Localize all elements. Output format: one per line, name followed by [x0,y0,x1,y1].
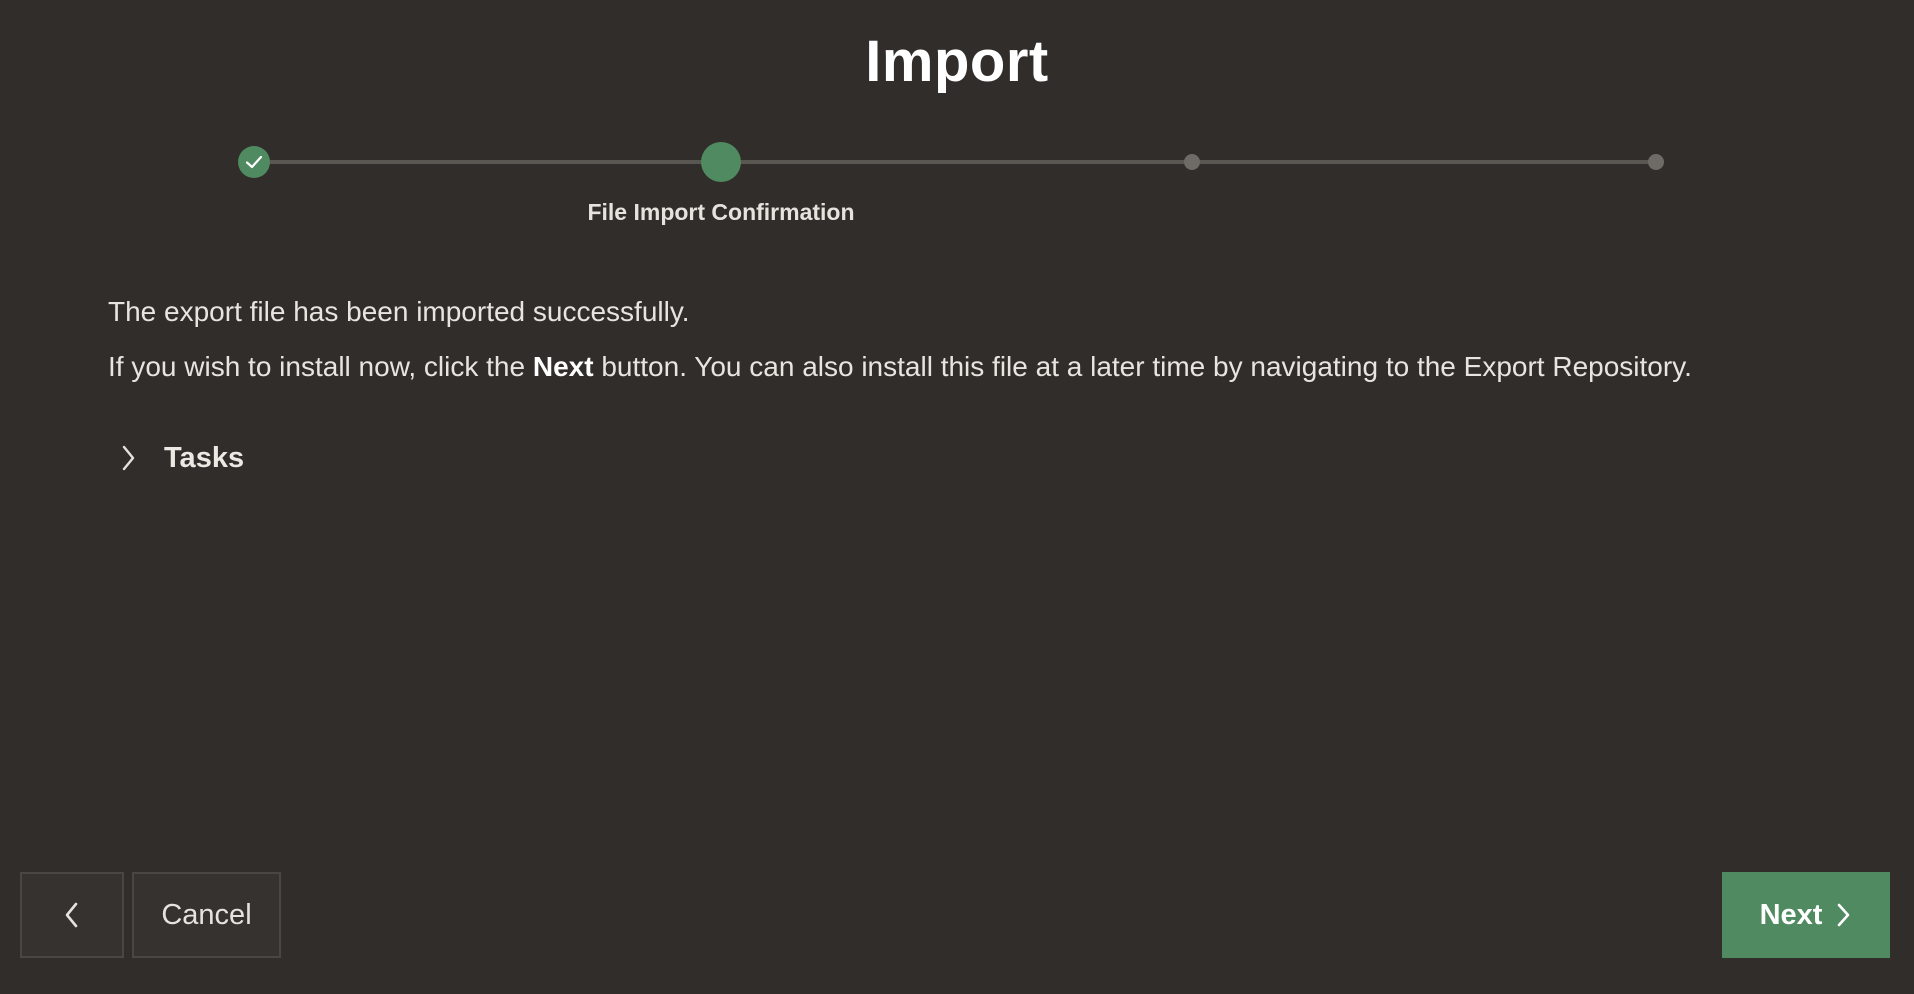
step-3-pending [1184,154,1200,170]
cancel-button[interactable]: Cancel [132,872,281,958]
next-button-label: Next [1759,898,1823,931]
install-text-prefix: If you wish to install now, click the [108,351,533,382]
chevron-left-icon [65,902,78,928]
page-title: Import [865,29,1049,94]
install-text-next-emphasis: Next [532,351,594,382]
current-step-label: File Import Confirmation [587,199,855,225]
chevron-right-icon [1834,901,1852,929]
step-2-current [701,142,741,182]
next-button[interactable]: Next [1722,872,1890,958]
progress-track [254,160,1656,164]
chevron-right-icon[interactable] [108,438,148,478]
check-icon [245,155,263,169]
progress-train [0,140,1914,184]
tasks-disclosure[interactable]: Tasks [108,438,244,478]
step-4-pending [1648,154,1664,170]
import-wizard: Import File Import Confirmation The expo… [0,0,1914,994]
tasks-label[interactable]: Tasks [164,442,244,475]
success-message: The export file has been imported succes… [108,296,690,327]
back-button[interactable] [20,872,124,958]
install-text-suffix: button. You can also install this file a… [593,351,1692,382]
install-instructions: If you wish to install now, click the Ne… [108,351,1692,383]
step-1-completed [238,146,270,178]
